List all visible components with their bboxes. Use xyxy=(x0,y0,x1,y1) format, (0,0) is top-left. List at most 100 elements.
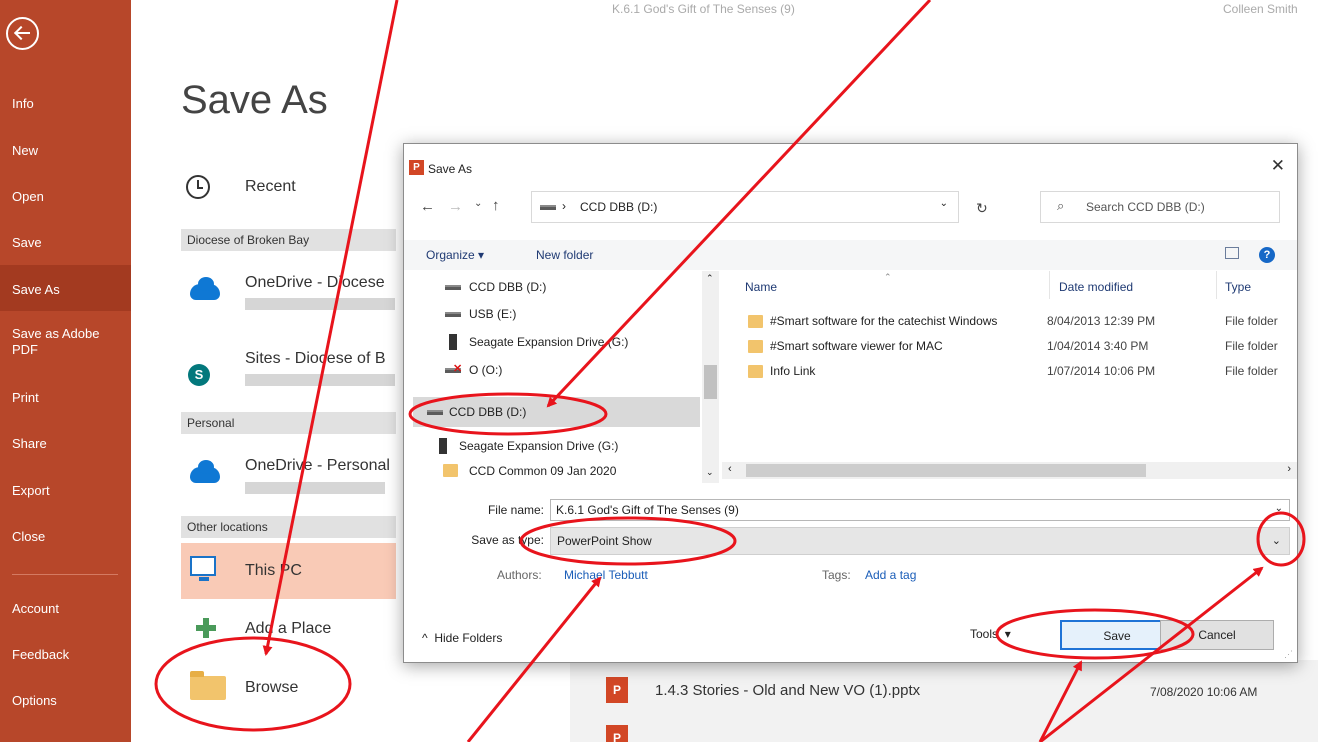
file-list-scrollbar[interactable]: ‹ › xyxy=(722,462,1297,479)
nav-export[interactable]: Export xyxy=(0,483,131,499)
sidebar-divider xyxy=(12,574,118,575)
drive-icon xyxy=(427,410,443,415)
onedrive-cloud-icon xyxy=(190,277,220,300)
chevron-down-icon: ▾ xyxy=(1004,627,1011,641)
help-icon[interactable]: ? xyxy=(1259,247,1275,263)
nav-new[interactable]: New xyxy=(0,143,131,159)
nav-item-usb[interactable]: USB (E:) xyxy=(469,305,516,323)
nav-save[interactable]: Save xyxy=(0,235,131,251)
recent-locations-chevron-icon[interactable]: ⌄ xyxy=(474,198,482,209)
nav-item-seagate[interactable]: Seagate Expansion Drive (G:) xyxy=(469,333,628,351)
drive-icon xyxy=(445,312,461,317)
refresh-icon[interactable]: ↻ xyxy=(976,200,988,217)
save-type-select[interactable]: PowerPoint Show ⌄ xyxy=(550,527,1290,555)
tags-value[interactable]: Add a tag xyxy=(865,568,916,582)
column-header-name[interactable]: Name xyxy=(745,280,777,294)
address-dropdown-icon[interactable]: ⌄ xyxy=(940,198,948,209)
location-sites-diocese[interactable]: Sites - Diocese of B xyxy=(245,350,386,368)
sharepoint-icon: S xyxy=(188,364,210,386)
forward-icon[interactable]: → xyxy=(448,198,463,215)
close-icon[interactable]: ✕ xyxy=(1271,156,1285,176)
file-row-name[interactable]: #Smart software for the catechist Window… xyxy=(770,314,997,328)
file-name-dropdown-icon[interactable]: ⌄ xyxy=(1275,503,1283,514)
navigation-pane[interactable]: CCD DBB (D:) USB (E:) Seagate Expansion … xyxy=(405,271,720,483)
nav-item-ccd-dbb[interactable]: CCD DBB (D:) xyxy=(469,278,546,296)
disconnected-x-icon: ✕ xyxy=(453,363,463,375)
location-recent[interactable]: Recent xyxy=(245,178,296,196)
column-header-type[interactable]: Type xyxy=(1225,280,1251,294)
chevron-up-icon: ^ xyxy=(422,631,428,645)
nav-save-as[interactable]: Save As xyxy=(0,265,131,311)
folder-icon xyxy=(748,340,763,353)
user-name[interactable]: Colleen Smith xyxy=(1223,2,1298,16)
clock-icon xyxy=(186,175,210,199)
nav-close[interactable]: Close xyxy=(0,529,131,545)
back-icon[interactable]: ← xyxy=(420,198,435,215)
file-name-value: K.6.1 God's Gift of The Senses (9) xyxy=(556,503,739,517)
nav-open[interactable]: Open xyxy=(0,189,131,205)
column-header-date[interactable]: Date modified xyxy=(1059,280,1133,294)
organize-menu[interactable]: Organize ▾ xyxy=(426,248,484,262)
nav-item-o-drive[interactable]: O (O:) xyxy=(469,361,502,379)
tools-label: Tools xyxy=(970,627,999,641)
nav-feedback[interactable]: Feedback xyxy=(0,647,131,663)
nav-options[interactable]: Options xyxy=(0,693,131,709)
page-title: Save As xyxy=(181,78,328,122)
backstage-sidebar: Info New Open Save Save As Save as Adobe… xyxy=(0,0,131,742)
group-header-personal: Personal xyxy=(181,412,396,434)
nav-save-as-adobe-pdf[interactable]: Save as Adobe PDF xyxy=(0,326,120,358)
view-options-icon[interactable] xyxy=(1225,247,1239,259)
scroll-up-icon[interactable]: ⌃ xyxy=(706,273,714,284)
tags-label: Tags: xyxy=(822,568,851,582)
up-arrow-icon[interactable]: ↑ xyxy=(492,197,500,214)
document-title: K.6.1 God's Gift of The Senses (9) xyxy=(612,2,795,16)
scrollbar-thumb[interactable] xyxy=(746,464,1146,477)
location-onedrive-personal[interactable]: OneDrive - Personal xyxy=(245,457,390,475)
breadcrumb-separator: › xyxy=(562,199,566,213)
chevron-down-icon[interactable]: ⌄ xyxy=(1272,534,1281,547)
location-onedrive-diocese[interactable]: OneDrive - Diocese xyxy=(245,274,385,292)
scrollbar-thumb[interactable] xyxy=(704,365,717,399)
file-name-input[interactable]: K.6.1 God's Gift of The Senses (9) ⌄ xyxy=(550,499,1290,521)
account-email-redacted xyxy=(245,298,395,310)
group-header-broken-bay: Diocese of Broken Bay xyxy=(181,229,396,251)
external-drive-icon xyxy=(439,438,447,454)
location-browse[interactable]: Browse xyxy=(245,679,298,697)
nav-account[interactable]: Account xyxy=(0,601,131,617)
save-button[interactable]: Save xyxy=(1060,620,1174,650)
back-arrow-icon[interactable] xyxy=(6,17,39,50)
search-box[interactable]: ⌕ Search CCD DBB (D:) xyxy=(1040,191,1280,223)
powerpoint-file-icon: P xyxy=(606,725,628,742)
scroll-left-icon[interactable]: ‹ xyxy=(728,463,732,475)
scroll-right-icon[interactable]: › xyxy=(1287,463,1291,475)
location-add-place[interactable]: Add a Place xyxy=(245,620,331,638)
hide-folders-button[interactable]: ^ Hide Folders xyxy=(422,631,502,645)
recent-file-name[interactable]: 1.4.3 Stories - Old and New VO (1).pptx xyxy=(655,682,920,699)
tools-menu[interactable]: Tools ▾ xyxy=(970,627,1011,641)
file-row-date: 1/07/2014 10:06 PM xyxy=(1047,364,1156,378)
nav-item-ccd-dbb-selected[interactable]: CCD DBB (D:) xyxy=(449,403,526,421)
address-bar[interactable]: › CCD DBB (D:) ⌄ xyxy=(531,191,959,223)
search-placeholder: Search CCD DBB (D:) xyxy=(1086,200,1205,214)
powerpoint-app-icon: P xyxy=(409,160,424,175)
file-row-name[interactable]: #Smart software viewer for MAC xyxy=(770,339,943,353)
cancel-button[interactable]: Cancel xyxy=(1160,620,1274,650)
authors-value[interactable]: Michael Tebbutt xyxy=(564,568,648,582)
resize-grip-icon[interactable]: ⋰ xyxy=(1284,649,1293,660)
nav-print[interactable]: Print xyxy=(0,390,131,406)
dialog-title: Save As xyxy=(428,162,473,176)
authors-label: Authors: xyxy=(497,568,542,582)
powerpoint-file-icon: P xyxy=(606,677,628,703)
new-folder-button[interactable]: New folder xyxy=(536,248,593,262)
nav-item-seagate-2[interactable]: Seagate Expansion Drive (G:) xyxy=(459,437,618,455)
file-row-name[interactable]: Info Link xyxy=(770,364,815,378)
nav-share[interactable]: Share xyxy=(0,436,131,452)
nav-info[interactable]: Info xyxy=(0,96,131,112)
drive-icon xyxy=(540,205,556,210)
folder-icon xyxy=(748,315,763,328)
nav-pane-scrollbar[interactable]: ⌃ ⌄ xyxy=(702,271,719,483)
file-row-date: 8/04/2013 12:39 PM xyxy=(1047,314,1156,328)
scroll-down-icon[interactable]: ⌄ xyxy=(706,467,714,478)
nav-item-ccd-common[interactable]: CCD Common 09 Jan 2020 xyxy=(469,462,616,476)
save-type-label: Save as type: xyxy=(471,533,544,547)
